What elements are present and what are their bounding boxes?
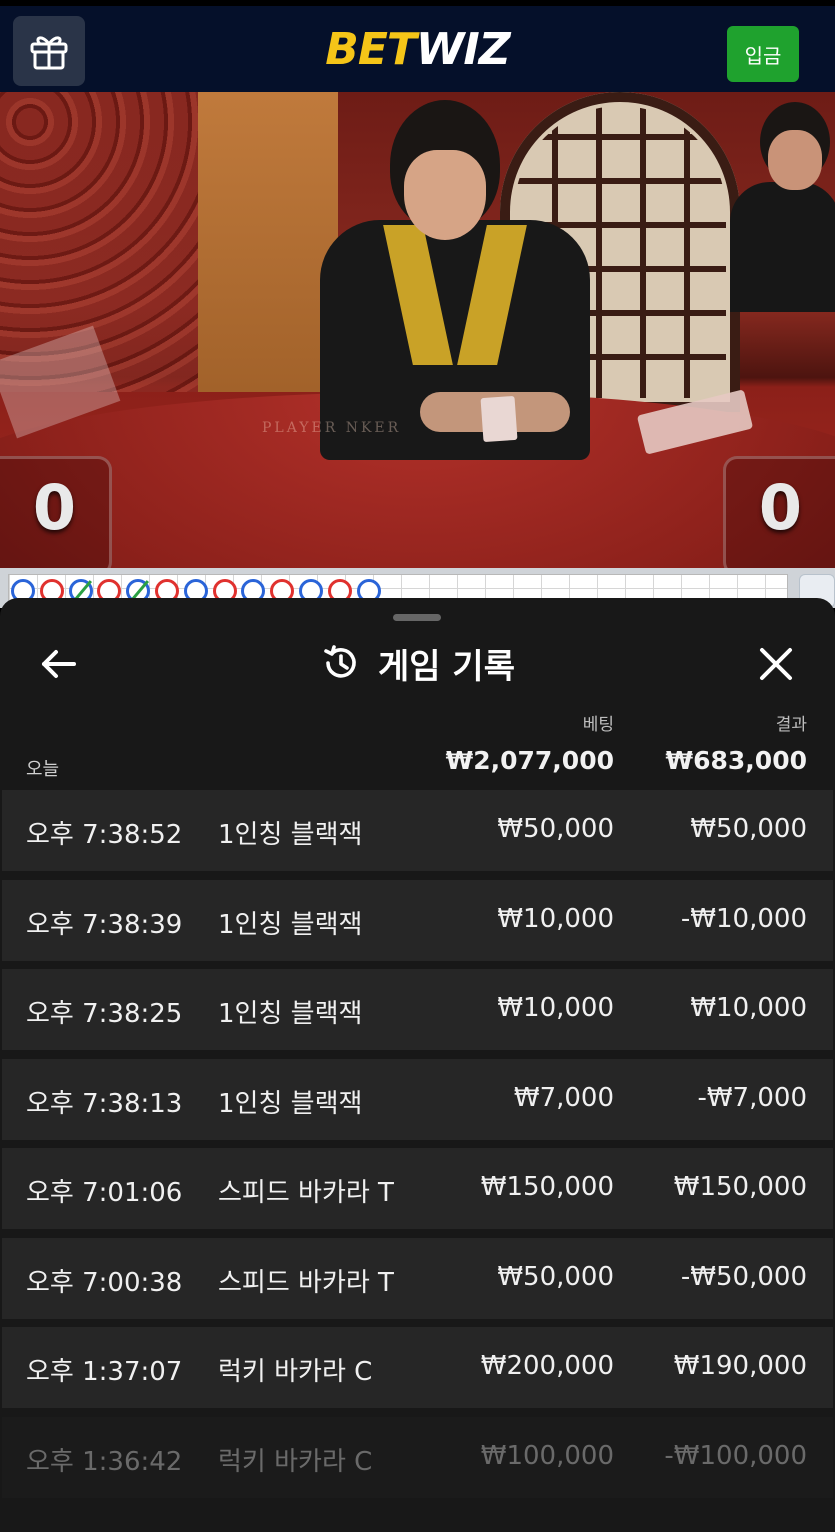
row-result: -₩7,000 xyxy=(697,1082,807,1113)
row-time: 오후 7:38:52 xyxy=(26,820,183,850)
row-game: 스피드 바카라 T xyxy=(218,1267,394,1298)
close-button[interactable] xyxy=(752,640,800,688)
row-time: 오후 7:01:06 xyxy=(26,1178,183,1208)
row-result: -₩50,000 xyxy=(680,1261,807,1292)
row-game: 스피드 바카라 T xyxy=(218,1178,394,1208)
brand-logo: BETWIZ xyxy=(325,24,510,75)
row-game: 1인칭 블랙잭 xyxy=(218,1088,363,1119)
row-time: 오후 7:38:25 xyxy=(26,999,183,1029)
decor-screen xyxy=(198,92,338,392)
row-game: 럭키 바카라 C xyxy=(218,1357,373,1387)
panel-header: 게임 기록 xyxy=(0,640,835,687)
row-time: 오후 7:38:13 xyxy=(26,1088,183,1119)
history-row[interactable]: 오후 7:01:06 스피드 바카라 T ₩150,000 ₩150,000 xyxy=(2,1148,833,1229)
playing-card xyxy=(480,395,518,443)
close-icon xyxy=(760,648,792,680)
bet-column-header: 베팅 xyxy=(582,715,614,735)
row-game: 1인칭 블랙잭 xyxy=(218,909,363,940)
history-row[interactable]: 오후 7:38:13 1인칭 블랙잭 ₩7,000 -₩7,000 xyxy=(2,1058,833,1140)
row-bet: ₩7,000 xyxy=(513,1082,614,1113)
row-bet: ₩50,000 xyxy=(497,1261,614,1292)
row-result: ₩50,000 xyxy=(690,814,807,844)
row-result: ₩10,000 xyxy=(690,993,807,1023)
game-history-panel: 게임 기록 베팅 결과 오늘 ₩2,077,000 ₩683,000 오후 7:… xyxy=(0,598,835,1532)
player-score: 0 xyxy=(0,456,112,568)
dealer xyxy=(320,100,590,520)
row-bet: ₩50,000 xyxy=(497,814,614,844)
row-game: 1인칭 블랙잭 xyxy=(218,999,363,1029)
row-result: ₩150,000 xyxy=(673,1172,807,1202)
history-row[interactable]: 오후 7:38:25 1인칭 블랙잭 ₩10,000 ₩10,000 xyxy=(2,969,833,1050)
history-row[interactable]: 오후 7:00:38 스피드 바카라 T ₩50,000 -₩50,000 xyxy=(2,1237,833,1319)
history-row[interactable]: 오후 1:36:42 럭키 바카라 C ₩100,000 -₩100,000 xyxy=(2,1416,833,1498)
result-column-header: 결과 xyxy=(775,715,807,735)
deposit-button[interactable]: 입금 xyxy=(727,26,799,82)
banker-score: 0 xyxy=(723,456,835,568)
row-time: 오후 1:36:42 xyxy=(26,1446,183,1477)
drag-handle[interactable] xyxy=(393,614,441,621)
row-game: 럭키 바카라 C xyxy=(218,1446,373,1477)
top-bar: BETWIZ 입금 xyxy=(0,0,835,92)
row-bet: ₩10,000 xyxy=(497,903,614,934)
row-bet: ₩100,000 xyxy=(480,1440,614,1471)
history-row[interactable]: 오후 1:37:07 럭키 바카라 C ₩200,000 ₩190,000 xyxy=(2,1327,833,1408)
history-list: 오후 7:38:52 1인칭 블랙잭 ₩50,000 ₩50,000 오후 7:… xyxy=(0,790,835,1506)
row-bet: ₩150,000 xyxy=(480,1172,614,1202)
live-video[interactable]: PLAYER NKER 0 0 xyxy=(0,92,835,568)
row-time: 오후 7:00:38 xyxy=(26,1267,183,1298)
panel-title: 게임 기록 xyxy=(378,646,515,687)
date-group-label: 오늘 xyxy=(26,759,60,780)
row-bet: ₩200,000 xyxy=(480,1351,614,1381)
row-bet: ₩10,000 xyxy=(497,993,614,1023)
felt-label: PLAYER NKER xyxy=(262,420,402,436)
total-bet: ₩2,077,000 xyxy=(445,746,614,775)
row-result: ₩190,000 xyxy=(673,1351,807,1381)
history-row[interactable]: 오후 7:38:39 1인칭 블랙잭 ₩10,000 -₩10,000 xyxy=(2,879,833,961)
row-result: -₩100,000 xyxy=(664,1440,807,1471)
history-row[interactable]: 오후 7:38:52 1인칭 블랙잭 ₩50,000 ₩50,000 xyxy=(2,790,833,871)
row-result: -₩10,000 xyxy=(680,903,807,934)
row-game: 1인칭 블랙잭 xyxy=(218,820,363,850)
total-result: ₩683,000 xyxy=(665,746,807,775)
row-time: 오후 7:38:39 xyxy=(26,909,183,940)
history-icon xyxy=(324,645,356,678)
row-time: 오후 1:37:07 xyxy=(26,1357,183,1387)
background-dealer xyxy=(730,102,835,312)
